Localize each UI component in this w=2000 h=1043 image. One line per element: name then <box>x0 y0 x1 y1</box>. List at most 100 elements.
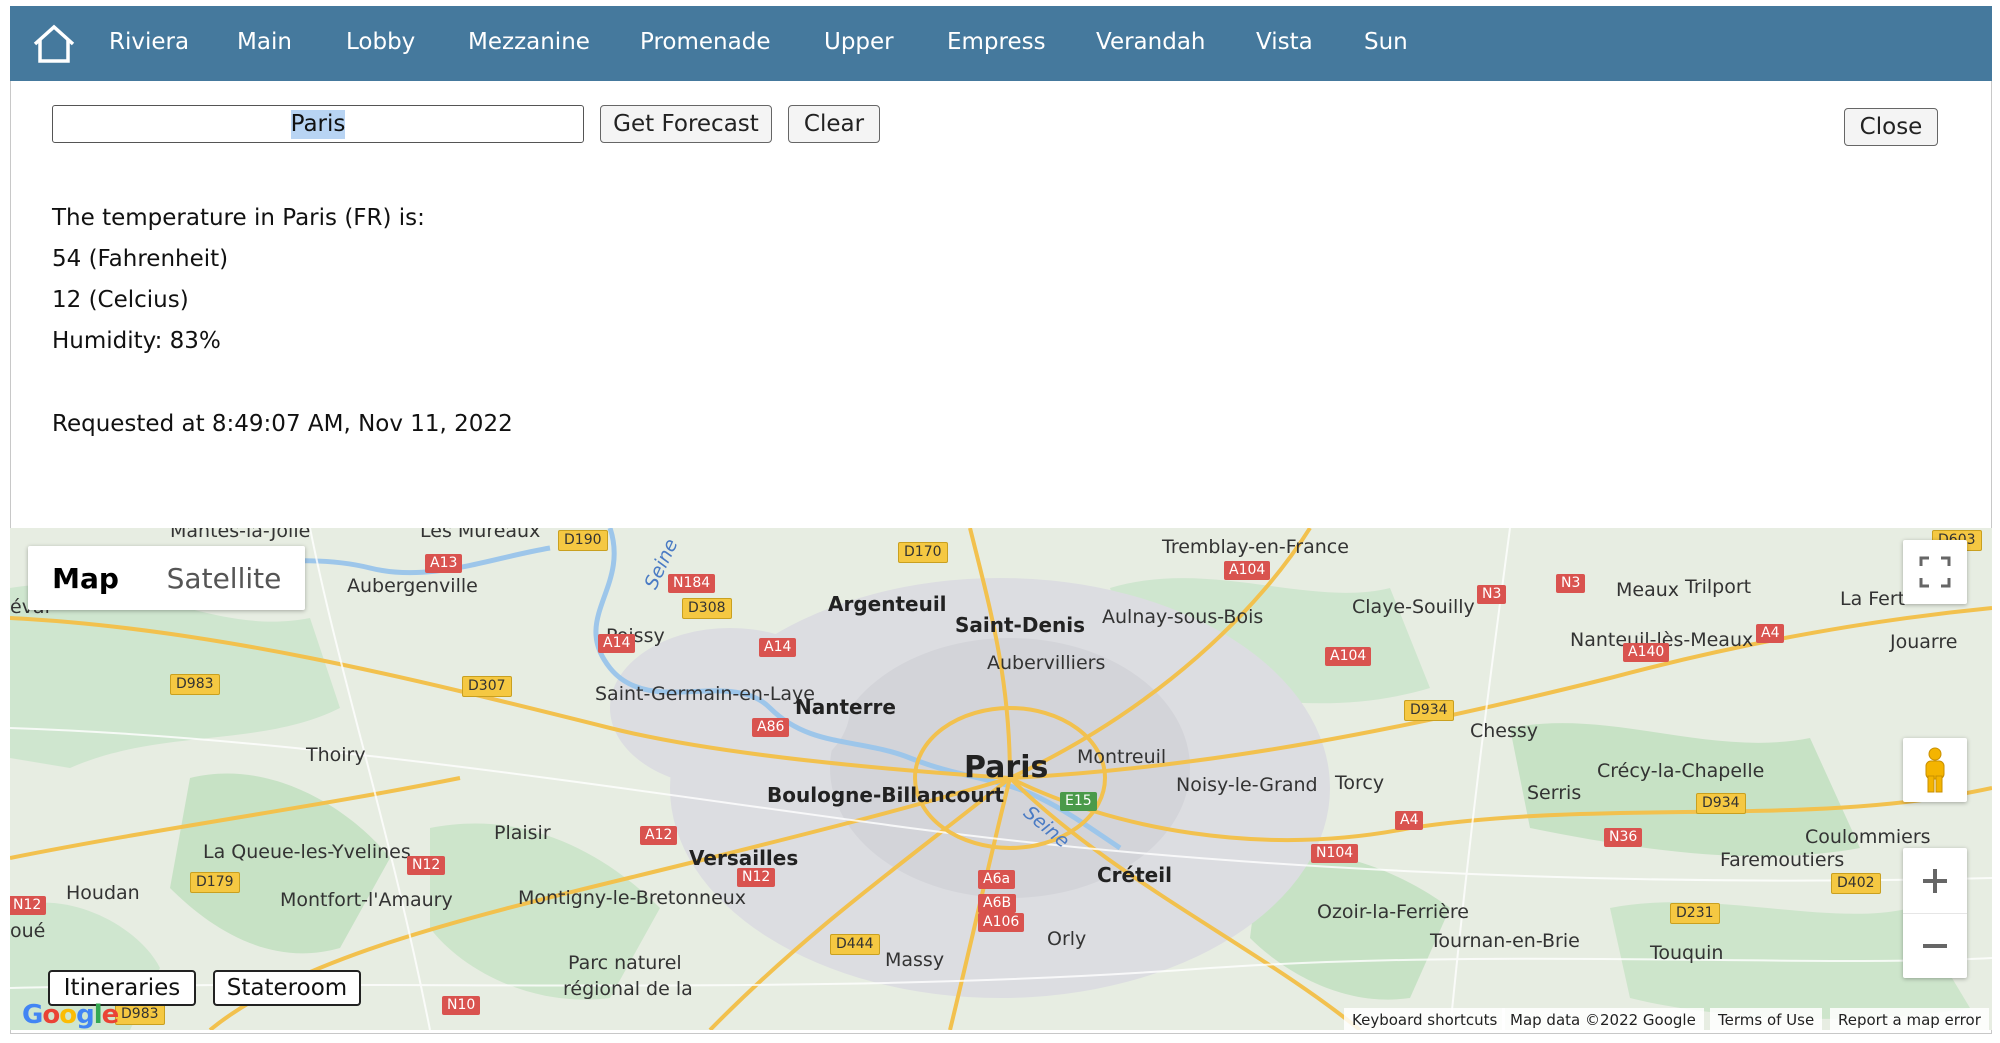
place-label: Saint-Denis <box>955 613 1086 637</box>
place-label: Nanterre <box>795 695 896 719</box>
road-shield: A12 <box>640 826 678 845</box>
place-label: La Queue-les-Yvelines <box>203 841 411 863</box>
place-label: régional de la <box>563 978 693 1000</box>
close-button[interactable]: Close <box>1844 108 1938 146</box>
place-label: Coulommiers <box>1805 826 1931 848</box>
place-label: Les Mureaux <box>420 528 541 542</box>
road-shield: D307 <box>462 676 512 697</box>
road-shield: A104 <box>1325 647 1372 666</box>
deck-navbar: Riviera Main Lobby Mezzanine Promenade U… <box>10 6 1992 81</box>
road-shield: A4 <box>1756 624 1785 643</box>
place-label: Serris <box>1527 782 1582 804</box>
google-logo: Google <box>22 1000 119 1030</box>
nav-item-vista[interactable]: Vista <box>1256 29 1313 55</box>
place-label: Jouarre <box>1890 631 1958 653</box>
clear-button[interactable]: Clear <box>788 105 880 143</box>
street-view-pegman-icon[interactable] <box>1903 738 1967 802</box>
road-shield: D934 <box>1696 793 1746 814</box>
road-shield: A6B <box>978 894 1017 913</box>
nav-item-promenade[interactable]: Promenade <box>640 29 770 55</box>
road-shield: D402 <box>1831 873 1881 894</box>
nav-item-riviera[interactable]: Riviera <box>109 29 189 55</box>
place-label: Claye-Souilly <box>1352 596 1475 618</box>
place-label: Aubergenville <box>347 575 478 597</box>
road-shield: A86 <box>752 718 790 737</box>
place-label: Houdan <box>66 882 140 904</box>
road-shield: D170 <box>898 542 948 563</box>
place-label: Montigny-le-Bretonneux <box>518 887 747 909</box>
temperature-fahrenheit: 54 (Fahrenheit) <box>52 246 229 272</box>
road-shield: N3 <box>1477 585 1507 604</box>
road-shield: D190 <box>558 530 608 551</box>
road-shield: D444 <box>830 934 880 955</box>
stateroom-button[interactable]: Stateroom <box>213 970 361 1006</box>
zoom-in-icon[interactable] <box>1903 849 1967 914</box>
road-shield: D308 <box>682 598 732 619</box>
fullscreen-icon[interactable] <box>1903 540 1967 604</box>
zoom-control <box>1903 848 1967 978</box>
road-shield: D983 <box>170 674 220 695</box>
road-shield: N36 <box>1604 828 1643 847</box>
road-shield: A6a <box>978 870 1016 889</box>
road-shield: N12 <box>407 856 446 875</box>
map-type-map-button[interactable]: Map <box>28 546 143 610</box>
road-shield: N10 <box>442 996 481 1015</box>
road-shield: D179 <box>190 872 240 893</box>
place-label: Ozoir-la-Ferrière <box>1317 901 1469 923</box>
place-label: Noisy-le-Grand <box>1176 774 1318 796</box>
map-type-satellite-button[interactable]: Satellite <box>143 546 305 610</box>
place-label: Torcy <box>1335 772 1385 794</box>
place-label: Boulogne-Billancourt <box>767 783 1005 807</box>
road-shield: N12 <box>10 896 47 915</box>
temperature-heading: The temperature in Paris (FR) is: <box>52 205 425 231</box>
city-search-input[interactable] <box>52 105 584 143</box>
map-view[interactable]: Mantes-la-Jolie Les Mureaux Aubergenvill… <box>10 528 1992 1030</box>
place-label: Aubervilliers <box>987 652 1106 674</box>
road-shield: A14 <box>598 634 636 653</box>
get-forecast-button[interactable]: Get Forecast <box>600 105 772 143</box>
place-label: Massy <box>885 949 945 971</box>
temperature-celsius: 12 (Celcius) <box>52 287 189 313</box>
nav-item-mezzanine[interactable]: Mezzanine <box>468 29 590 55</box>
map-data-attribution: Map data ©2022 Google <box>1502 1008 1704 1032</box>
place-label: Saint-Germain-en-Laye <box>595 683 815 705</box>
nav-item-lobby[interactable]: Lobby <box>346 29 415 55</box>
nav-item-main[interactable]: Main <box>237 29 292 55</box>
map-type-control: Map Satellite <box>28 546 305 610</box>
place-label: Mantes-la-Jolie <box>170 528 311 542</box>
road-shield: A140 <box>1623 643 1670 662</box>
place-label: Versailles <box>689 846 799 870</box>
place-label: Trilport <box>1685 576 1752 598</box>
humidity-value: Humidity: 83% <box>52 328 221 354</box>
place-label: Parc naturel <box>568 952 682 974</box>
zoom-out-icon[interactable] <box>1903 914 1967 978</box>
place-label: Touquin <box>1650 942 1724 964</box>
place-label-paris: Paris <box>964 750 1049 785</box>
place-label: Orly <box>1047 928 1087 950</box>
keyboard-shortcuts-link[interactable]: Keyboard shortcuts <box>1344 1008 1506 1032</box>
place-label: Montfort-l'Amaury <box>280 889 453 911</box>
road-shield: D231 <box>1670 903 1720 924</box>
place-label: Faremoutiers <box>1720 849 1845 871</box>
road-shield: A13 <box>425 554 463 573</box>
nav-item-sun[interactable]: Sun <box>1364 29 1408 55</box>
place-label: La Fert <box>1840 588 1906 610</box>
nav-item-verandah[interactable]: Verandah <box>1096 29 1206 55</box>
place-label: Montreuil <box>1077 746 1167 768</box>
nav-item-upper[interactable]: Upper <box>824 29 894 55</box>
nav-item-empress[interactable]: Empress <box>947 29 1046 55</box>
report-map-error-link[interactable]: Report a map error <box>1830 1008 1989 1032</box>
road-shield: E15 <box>1060 792 1097 811</box>
home-icon[interactable] <box>28 18 80 70</box>
place-label: Créteil <box>1097 863 1172 887</box>
road-shield: A4 <box>1395 811 1424 830</box>
road-shield: N184 <box>668 574 716 593</box>
road-shield: N104 <box>1311 844 1359 863</box>
place-label: Argenteuil <box>828 592 947 616</box>
place-label: Thoiry <box>306 744 366 766</box>
place-label: Aulnay-sous-Bois <box>1102 606 1264 628</box>
place-label: oué <box>10 920 46 942</box>
place-label: Plaisir <box>494 822 551 844</box>
road-shield: A106 <box>978 913 1025 932</box>
terms-of-use-link[interactable]: Terms of Use <box>1710 1008 1823 1032</box>
